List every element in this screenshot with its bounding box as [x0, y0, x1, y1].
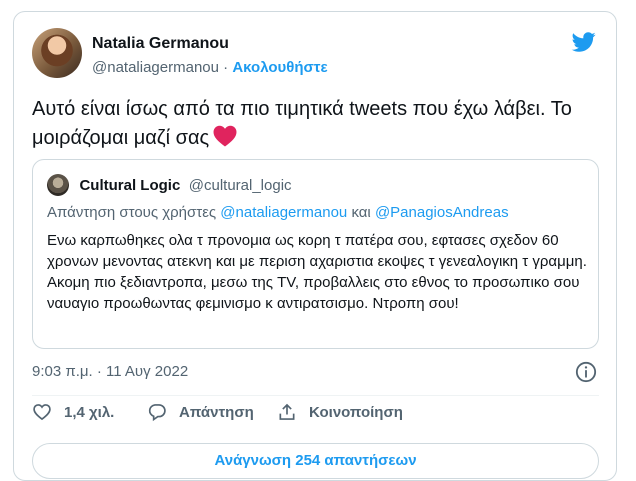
- share-upload-icon: [279, 403, 295, 420]
- tweet-text-content: Αυτό είναι ίσως από τα πιο τιμητικά twee…: [32, 98, 572, 149]
- like-button[interactable]: 1,4 χιλ.: [32, 402, 114, 422]
- handle-separator: ·: [223, 59, 229, 76]
- quoted-header: Cultural Logic @cultural_logic: [47, 174, 292, 196]
- tweet-header: Natalia Germanou @nataliagermanou · Ακολ…: [32, 28, 602, 86]
- reply-and: και: [351, 204, 371, 221]
- share-label: Κοινοποίηση: [309, 403, 403, 421]
- like-count: 1,4 χιλ.: [64, 403, 115, 421]
- reply-label: Απάντηση: [179, 403, 254, 421]
- heart-icon: [33, 404, 51, 421]
- share-button[interactable]: Κοινοποίηση: [277, 402, 403, 422]
- follow-link[interactable]: Ακολουθήστε: [232, 59, 327, 76]
- author-name[interactable]: Natalia Germanou: [92, 35, 229, 53]
- divider: [32, 395, 599, 396]
- reply-prefix: Απάντηση στους χρήστες: [47, 204, 217, 221]
- author-handle-line: @nataliagermanou · Ακολουθήστε: [92, 59, 328, 76]
- tweet-timestamp[interactable]: 9:03 π.μ. · 11 Αυγ 2022: [32, 363, 188, 380]
- author-handle[interactable]: @nataliagermanou: [92, 59, 219, 76]
- speech-bubble-icon: [148, 404, 166, 422]
- reply-button[interactable]: Απάντηση: [147, 402, 254, 422]
- red-heart-emoji-icon: [213, 125, 237, 147]
- read-replies-button[interactable]: Ανάγνωση 254 απαντήσεων: [32, 443, 599, 479]
- info-icon[interactable]: [575, 361, 597, 383]
- twitter-bird-icon[interactable]: [570, 30, 598, 54]
- quoted-body-text: Ενω καρπωθηκες ολα τ προνομια ως κορη τ …: [47, 232, 587, 312]
- quoted-author-name: Cultural Logic: [79, 176, 181, 194]
- quoted-avatar: [47, 174, 69, 196]
- tweet-text: Αυτό είναι ίσως από τα πιο τιμητικά twee…: [32, 95, 592, 153]
- mention-panagiosandreas[interactable]: @PanagiosAndreas: [375, 204, 509, 221]
- mention-nataliagermanou[interactable]: @nataliagermanou: [220, 204, 347, 221]
- author-avatar[interactable]: [32, 28, 82, 78]
- tweet-card: Natalia Germanou @nataliagermanou · Ακολ…: [13, 11, 617, 481]
- quoted-tweet[interactable]: Cultural Logic @cultural_logic Απάντηση …: [32, 159, 599, 349]
- quoted-reply-context: Απάντηση στους χρήστες @nataliagermanou …: [47, 204, 509, 221]
- quoted-author-handle: @cultural_logic: [188, 176, 292, 194]
- action-bar: 1,4 χιλ. Απάντηση Κοινοποίηση: [32, 402, 599, 426]
